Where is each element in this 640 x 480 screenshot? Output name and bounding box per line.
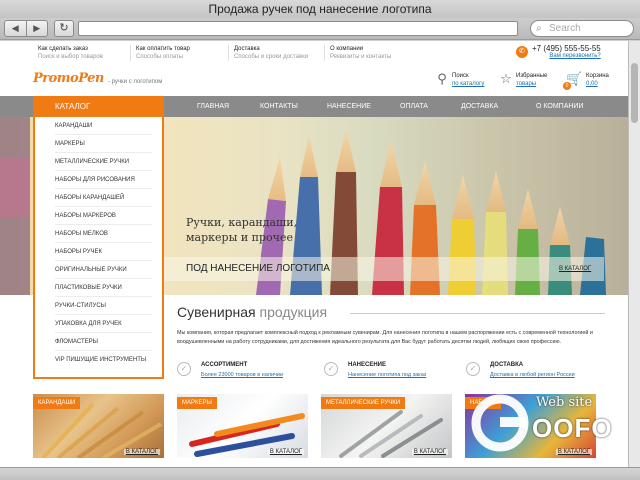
- card-link[interactable]: В КАТАЛОГ: [411, 449, 448, 455]
- watermark-line2: OOFO: [532, 413, 613, 443]
- catalog-item[interactable]: НАБОРЫ МЕЛКОВ: [55, 225, 152, 243]
- info-delivery[interactable]: Доставка Способы и сроки доставки: [228, 45, 308, 61]
- check-icon: ✓: [177, 362, 191, 376]
- feature-link[interactable]: Нанесение логотипа под заказ: [348, 372, 426, 378]
- tool-search[interactable]: Поиск по каталогу: [452, 72, 484, 88]
- catalog-item[interactable]: VIP ПИШУЩИЕ ИНСТРУМЕНТЫ: [55, 351, 152, 369]
- reload-icon[interactable]: ↻: [54, 20, 74, 37]
- tool-link[interactable]: по каталогу: [452, 80, 484, 88]
- card-label: МАРКЕРЫ: [177, 397, 217, 409]
- card-label: МЕТАЛЛИЧЕСКИЕ РУЧКИ: [321, 397, 406, 409]
- page-scrollbar[interactable]: [628, 41, 640, 467]
- logo-part1: Promo: [33, 71, 79, 86]
- info-sub: Поиск и выбор товаров: [38, 54, 103, 60]
- logo-part2: Pen: [78, 71, 104, 86]
- catalog-item[interactable]: ФЛОМАСТЕРЫ: [55, 333, 152, 351]
- info-sub: Реквизиты и контакты: [330, 54, 392, 60]
- catalog-item[interactable]: НАБОРЫ МАРКЕРОВ: [55, 207, 152, 225]
- info-title: О компании: [330, 46, 364, 52]
- menu-item-home[interactable]: ГЛАВНАЯ: [197, 96, 229, 117]
- info-title: Как оплатить товар: [136, 46, 190, 52]
- catalog-header[interactable]: КАТАЛОГ: [33, 96, 164, 117]
- back-icon[interactable]: ◀: [5, 21, 27, 36]
- window-title: Продажа ручек под нанесение логотипа: [0, 0, 640, 18]
- tool-label: Избранные: [516, 73, 548, 79]
- catalog-item[interactable]: НАБОРЫ РУЧЕК: [55, 243, 152, 261]
- search-placeholder: Search: [549, 23, 581, 34]
- scrollbar-thumb[interactable]: [631, 63, 638, 123]
- callback-link[interactable]: Вам перезвонить?: [532, 53, 600, 59]
- phone-number: +7 (495) 555-55-55: [532, 44, 601, 53]
- catalog-item[interactable]: НАБОРЫ КАРАНДАШЕЙ: [55, 189, 152, 207]
- menu-item-delivery[interactable]: ДОСТАВКА: [461, 96, 498, 117]
- card-markers[interactable]: МАРКЕРЫ В КАТАЛОГ: [177, 394, 308, 458]
- hero-catalog-link[interactable]: В КАТАЛОГ: [559, 266, 591, 272]
- tool-label: Корзина: [586, 73, 609, 79]
- menu-item-about[interactable]: О КОМПАНИИ: [536, 96, 583, 117]
- info-payment[interactable]: Как оплатить товар Способы оплаты: [130, 45, 190, 61]
- nav-buttons: ◀ ▶: [4, 20, 48, 37]
- hero-line1: Ручки, карандаши,: [186, 216, 298, 229]
- browser-toolbar: ◀ ▶ ↻ ⌕ Search: [0, 18, 640, 40]
- menu-item-printing[interactable]: НАНЕСЕНИЕ: [327, 96, 371, 117]
- tool-favorites[interactable]: Избранные товары: [516, 72, 547, 88]
- catalog-item[interactable]: НАБОРЫ ДЛЯ РИСОВАНИЯ: [55, 171, 152, 189]
- section-divider: [350, 313, 605, 314]
- info-title: Доставка: [234, 46, 260, 52]
- info-order[interactable]: Как сделать заказ Поиск и выбор товаров: [38, 45, 103, 61]
- check-icon: ✓: [324, 362, 338, 376]
- menu-item-contacts[interactable]: КОНТАКТЫ: [260, 96, 298, 117]
- feature-title: ДОСТАВКА: [490, 362, 524, 368]
- hero-subtitle: ПОД НАНЕСЕНИЕ ЛОГОТИПА: [186, 263, 330, 274]
- web-page: Как сделать заказ Поиск и выбор товаров К…: [0, 41, 628, 467]
- section-text: Мы компания, которая предлагает комплекс…: [177, 330, 593, 345]
- card-label: КАРАНДАШИ: [33, 397, 81, 409]
- section-title-bold: Сувенирная: [177, 304, 256, 320]
- catalog-item[interactable]: ОРИГИНАЛЬНЫЕ РУЧКИ: [55, 261, 152, 279]
- catalog-item[interactable]: МЕТАЛЛИЧЕСКИЕ РУЧКИ: [55, 153, 152, 171]
- address-bar[interactable]: [78, 21, 518, 36]
- phone-block: +7 (495) 555-55-55 Вам перезвонить?: [532, 44, 601, 59]
- info-title: Как сделать заказ: [38, 46, 88, 52]
- feature-title: АССОРТИМЕНТ: [201, 362, 248, 368]
- section-title: Сувенирная продукция: [177, 304, 327, 320]
- catalog-item[interactable]: РУЧКИ-СТИЛУСЫ: [55, 297, 152, 315]
- card-metal-pens[interactable]: МЕТАЛЛИЧЕСКИЕ РУЧКИ В КАТАЛОГ: [321, 394, 452, 458]
- tool-link[interactable]: товары: [516, 80, 547, 88]
- feature-title: НАНЕСЕНИЕ: [348, 362, 386, 368]
- search-icon: ⌕: [536, 23, 542, 34]
- phone-icon: ✆: [516, 46, 528, 58]
- card-pencils[interactable]: КАРАНДАШИ В КАТАЛОГ: [33, 394, 164, 458]
- menu-item-payment[interactable]: ОПЛАТА: [400, 96, 428, 117]
- catalog-item[interactable]: МАРКЕРЫ: [55, 135, 152, 153]
- browser-statusbar: [0, 467, 640, 480]
- feature-link[interactable]: Более 23000 товаров в наличии: [201, 372, 283, 378]
- catalog-item[interactable]: КАРАНДАШИ: [55, 117, 152, 135]
- catalog-item[interactable]: УПАКОВКА ДЛЯ РУЧЕК: [55, 315, 152, 333]
- forward-icon[interactable]: ▶: [27, 21, 48, 36]
- info-sub: Способы оплаты: [136, 54, 184, 60]
- card-link[interactable]: В КАТАЛОГ: [267, 449, 304, 455]
- section-title-light: продукция: [255, 304, 328, 320]
- catalog-item[interactable]: ПЛАСТИКОВЫЕ РУЧКИ: [55, 279, 152, 297]
- hero-heading: Ручки, карандаши, маркеры и прочее: [186, 215, 297, 245]
- card-link[interactable]: В КАТАЛОГ: [123, 449, 160, 455]
- feature-link[interactable]: Доставка в любой регион России: [490, 372, 575, 378]
- tool-link[interactable]: 0,00: [586, 80, 609, 88]
- browser-search-input[interactable]: ⌕ Search: [530, 20, 634, 37]
- magnifier-icon[interactable]: ⚲: [434, 71, 450, 87]
- check-icon: ✓: [466, 362, 480, 376]
- star-icon[interactable]: ☆: [498, 71, 514, 87]
- logo[interactable]: PromoPen: [33, 71, 104, 86]
- info-company[interactable]: О компании Реквизиты и контакты: [324, 45, 391, 61]
- tool-cart[interactable]: Корзина 0,00: [586, 72, 609, 88]
- catalog-menu: КАРАНДАШИ МАРКЕРЫ МЕТАЛЛИЧЕСКИЕ РУЧКИ НА…: [33, 117, 164, 379]
- info-sub: Способы и сроки доставки: [234, 54, 309, 60]
- tagline: - ручки с логотипом: [108, 79, 163, 85]
- hero-line2: маркеры и прочее: [186, 231, 293, 244]
- watermark-logo: Web site OOFO: [470, 391, 620, 461]
- tool-label: Поиск: [452, 73, 469, 79]
- cart-count-badge: 0: [563, 82, 571, 90]
- watermark-line1: Web site: [536, 395, 593, 410]
